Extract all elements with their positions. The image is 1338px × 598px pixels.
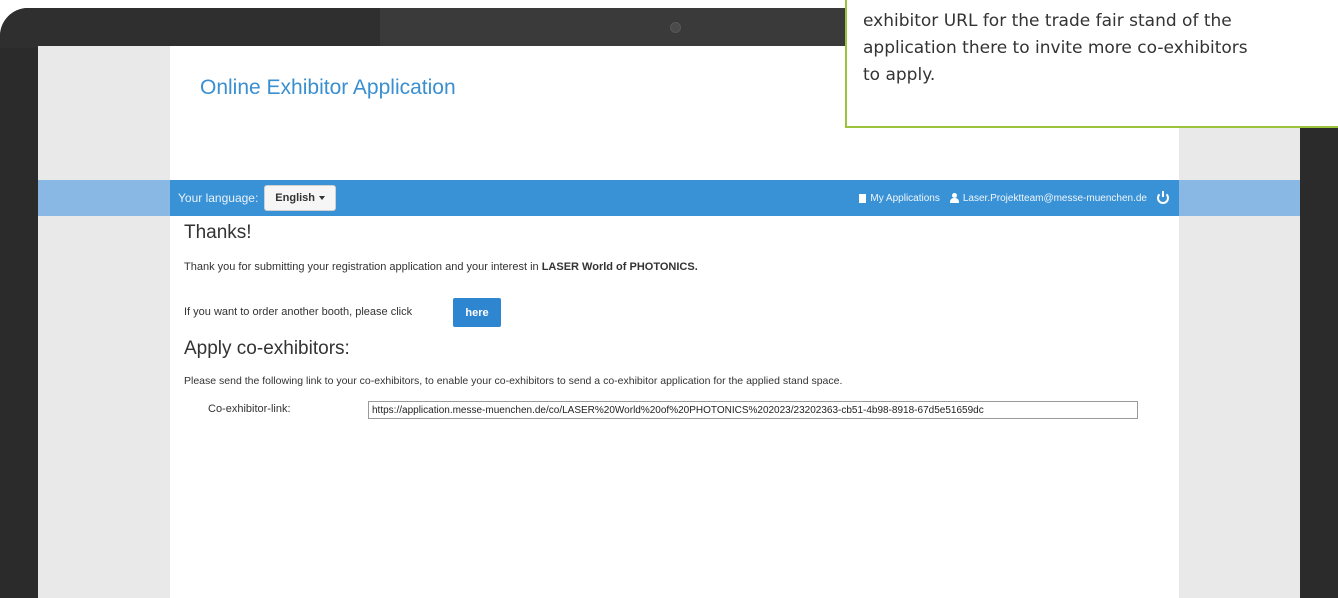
- callout-line-1: exhibitor URL for the trade fair stand o…: [863, 11, 1232, 31]
- screenshot-scene: Online Exhibitor Application Your langua…: [0, 0, 1338, 598]
- user-email: Laser.Projektteam@messe-muenchen.de: [962, 192, 1147, 204]
- event-name: LASER World of PHOTONICS.: [541, 261, 698, 273]
- language-label: Your language:: [178, 191, 259, 205]
- callout-line-2: application there to invite more co-exhi…: [863, 38, 1248, 58]
- caret-down-icon: [319, 196, 326, 200]
- user-icon: [949, 193, 959, 203]
- user-account-link[interactable]: Laser.Projektteam@messe-muenchen.de: [949, 192, 1147, 204]
- callout-line-3: to apply.: [863, 65, 936, 85]
- camera-icon: [670, 22, 681, 33]
- another-booth-text: If you want to order another booth, plea…: [184, 306, 413, 318]
- bezel-right-edge: [1300, 46, 1338, 598]
- co-exhibitor-link-label: Co-exhibitor-link:: [208, 403, 291, 415]
- web-page: Online Exhibitor Application: [170, 46, 1179, 598]
- logout-power-icon[interactable]: [1157, 191, 1169, 204]
- co-exhibitor-link-field[interactable]: https://application.messe-muenchen.de/co…: [368, 401, 1138, 419]
- language-value: English: [275, 192, 316, 204]
- navbar: Your language: English My Applications L…: [170, 180, 1179, 216]
- co-exhibitors-heading: Apply co-exhibitors:: [184, 338, 350, 359]
- my-applications-label: My Applications: [870, 192, 940, 204]
- my-applications-link[interactable]: My Applications: [859, 192, 940, 204]
- app-title: Online Exhibitor Application: [200, 76, 456, 99]
- thanks-message: Thank you for submitting your registrati…: [184, 261, 698, 273]
- language-dropdown[interactable]: English: [264, 185, 337, 211]
- document-icon: [859, 193, 867, 203]
- nav-right: My Applications Laser.Projektteam@messe-…: [859, 191, 1169, 204]
- thanks-message-prefix: Thank you for submitting your registrati…: [184, 261, 542, 273]
- co-exhibitors-instructions: Please send the following link to your c…: [184, 375, 843, 387]
- here-button[interactable]: here: [453, 298, 501, 327]
- bezel-sheen: [0, 8, 460, 48]
- callout-box: exhibitor URL for the trade fair stand o…: [845, 0, 1338, 128]
- thanks-heading: Thanks!: [184, 222, 252, 243]
